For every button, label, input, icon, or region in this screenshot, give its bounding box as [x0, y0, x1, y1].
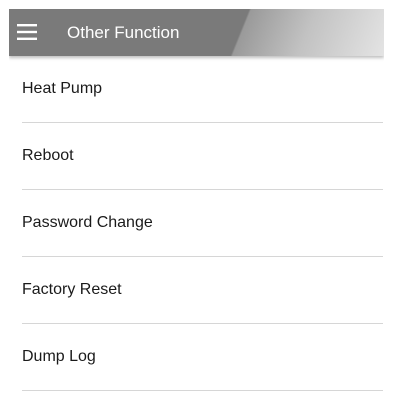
page-title: Other Function	[67, 23, 180, 42]
menu-item-heat-pump[interactable]: Heat Pump	[9, 56, 384, 123]
menu-item-reboot[interactable]: Reboot	[9, 123, 384, 190]
menu-item-label: Factory Reset	[22, 281, 122, 298]
menu-item-label: Reboot	[22, 147, 74, 164]
hamburger-menu-icon[interactable]	[17, 23, 37, 41]
menu-item-password-change[interactable]: Password Change	[9, 190, 384, 257]
menu-item-dump-log[interactable]: Dump Log	[9, 324, 384, 391]
menu-item-label: Heat Pump	[22, 80, 103, 97]
menu-item-label: Dump Log	[22, 348, 96, 365]
menu-item-factory-reset[interactable]: Factory Reset	[9, 257, 384, 324]
menu-item-label: Password Change	[22, 214, 153, 231]
app-bar: Other Function	[9, 9, 384, 56]
function-menu-list: Heat Pump Reboot Password Change Factory…	[9, 56, 384, 391]
divider	[22, 390, 383, 391]
app-screen: Other Function Heat Pump Reboot Password…	[9, 9, 384, 403]
